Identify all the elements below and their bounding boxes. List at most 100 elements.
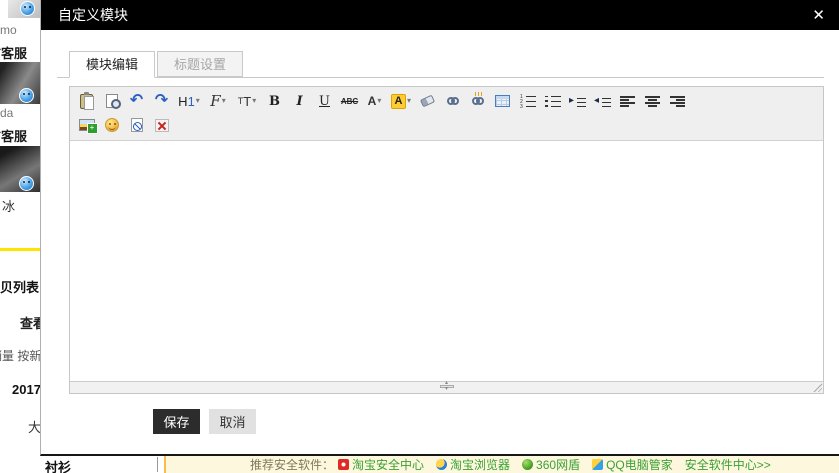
wangwang-chat-icon[interactable] — [19, 88, 34, 103]
sidebar-link-view[interactable]: 查看 — [20, 313, 40, 332]
ordered-list-button[interactable] — [515, 90, 540, 112]
resize-down-icon: ▾ — [445, 388, 448, 391]
indent-button[interactable]: ▸ — [565, 90, 590, 112]
insert-image-icon — [79, 119, 95, 131]
heading-icon: 1 — [188, 94, 195, 109]
insert-link-button[interactable] — [440, 90, 465, 112]
undo-icon: ↶ — [130, 93, 143, 109]
link-security-software-center[interactable]: 安全软件中心>> — [685, 456, 771, 473]
promo-label: 推荐安全软件： — [250, 456, 334, 473]
staff-name: da — [0, 106, 13, 120]
align-right-icon — [670, 96, 685, 107]
unlink-button[interactable] — [465, 90, 490, 112]
toolbar-row-1: ↶ ↷ H1▾ F▾ TT▾ B I U ABC A▾ A▾ — [74, 89, 819, 113]
italic-icon: I — [296, 94, 302, 109]
font-color-icon: A — [368, 94, 377, 108]
editor-resize-bar: ▴ ▾ — [70, 381, 823, 393]
taobao-security-icon — [338, 459, 349, 470]
bold-icon: B — [269, 94, 280, 109]
preview-button[interactable] — [99, 90, 124, 112]
staff-role: 前客服 — [0, 43, 27, 62]
align-right-button[interactable] — [665, 90, 690, 112]
insert-image-button[interactable] — [74, 114, 99, 136]
heading-dropdown[interactable]: H1▾ — [174, 90, 204, 112]
section-title-item-list: 宝贝列表 — [0, 277, 39, 296]
link-360-shield[interactable]: 360网盾 — [522, 456, 580, 473]
strikethrough-button[interactable]: ABC — [337, 90, 362, 112]
link-taobao-security-center[interactable]: 淘宝安全中心 — [338, 456, 424, 473]
strikethrough-icon: ABC — [341, 97, 358, 106]
remove-format-button[interactable] — [415, 90, 440, 112]
align-left-icon — [620, 96, 635, 107]
redo-button[interactable]: ↷ — [149, 90, 174, 112]
indent-icon: ▸ — [569, 95, 586, 107]
security-software-promo-bar: 推荐安全软件： 淘宝安全中心 淘宝浏览器 360网盾 QQ电脑管家 安全软件中心… — [164, 456, 839, 473]
chevron-down-icon: ▾ — [222, 97, 226, 105]
ordered-list-icon — [519, 94, 536, 108]
heading-icon: H — [178, 94, 187, 109]
divider — [0, 248, 40, 251]
undo-button[interactable]: ↶ — [124, 90, 149, 112]
editor-toolbar: ↶ ↷ H1▾ F▾ TT▾ B I U ABC A▾ A▾ — [70, 87, 823, 141]
qq-manager-icon — [592, 459, 603, 470]
corner-resize-grip[interactable] — [812, 382, 822, 392]
360-shield-icon — [522, 459, 533, 470]
underline-button[interactable]: U — [312, 90, 337, 112]
unordered-list-button[interactable] — [540, 90, 565, 112]
staff-role: 前客服 — [0, 126, 27, 145]
dialog-title: 自定义模块 — [58, 5, 128, 25]
source-code-button[interactable] — [124, 114, 149, 136]
sidebar-sort-links[interactable]: 销量 按新品 — [0, 347, 40, 364]
emoticon-button[interactable] — [99, 114, 124, 136]
chevron-down-icon: ▾ — [196, 97, 200, 105]
dialog-buttons: 保存 取消 — [153, 409, 256, 434]
rich-text-editor: ↶ ↷ H1▾ F▾ TT▾ B I U ABC A▾ A▾ — [69, 86, 824, 394]
cancel-button[interactable]: 取消 — [209, 409, 256, 434]
font-family-dropdown[interactable]: F▾ — [204, 90, 232, 112]
custom-module-dialog: 自定义模块 ✕ 模块编辑 标题设置 ↶ ↷ H1▾ F▾ TT▾ B I U — [40, 0, 839, 456]
product-title: 衬衫 — [45, 457, 71, 473]
sidebar-text: 大 — [28, 417, 40, 436]
paste-icon — [80, 94, 93, 109]
link-taobao-browser[interactable]: 淘宝浏览器 — [436, 456, 510, 473]
bold-button[interactable]: B — [262, 90, 287, 112]
tab-title-settings[interactable]: 标题设置 — [157, 51, 243, 77]
editor-content-area[interactable] — [70, 141, 823, 381]
resize-handle[interactable]: ▴ ▾ — [438, 382, 456, 393]
smiley-icon — [105, 118, 119, 132]
unlink-icon — [472, 97, 484, 105]
staff-name: 冰 — [2, 196, 15, 215]
align-center-icon — [645, 96, 660, 107]
highlight-color-icon: A — [391, 94, 406, 109]
outdent-icon: ◂ — [594, 95, 611, 107]
italic-button[interactable]: I — [287, 90, 312, 112]
preview-icon — [106, 94, 118, 108]
fullscreen-icon — [155, 119, 169, 132]
source-code-icon — [131, 118, 143, 132]
paste-plain-button[interactable] — [74, 90, 99, 112]
font-icon: F — [210, 92, 220, 110]
redo-icon: ↷ — [155, 93, 168, 109]
link-label: 淘宝浏览器 — [450, 456, 510, 473]
staff-name: mo — [0, 23, 17, 37]
outdent-button[interactable]: ◂ — [590, 90, 615, 112]
font-color-dropdown[interactable]: A▾ — [362, 90, 387, 112]
sidebar-year: 2017 — [12, 382, 40, 397]
align-left-button[interactable] — [615, 90, 640, 112]
link-qq-pc-manager[interactable]: QQ电脑管家 — [592, 456, 673, 473]
font-size-icon: T — [243, 94, 251, 109]
table-icon — [495, 95, 510, 107]
save-button[interactable]: 保存 — [153, 409, 200, 434]
font-size-dropdown[interactable]: TT▾ — [232, 90, 262, 112]
shop-sidebar: mo 前客服 da 前客服 冰 宝贝列表 查看 销量 按新品 2017 大 — [0, 0, 40, 456]
highlight-color-dropdown[interactable]: A▾ — [387, 90, 415, 112]
wangwang-chat-icon[interactable] — [19, 176, 34, 191]
taobao-browser-icon — [436, 459, 447, 470]
wangwang-chat-icon[interactable] — [20, 1, 35, 16]
insert-table-button[interactable] — [490, 90, 515, 112]
page: mo 前客服 da 前客服 冰 宝贝列表 查看 销量 按新品 2017 大 自定… — [0, 0, 839, 473]
fullscreen-button[interactable] — [149, 114, 174, 136]
tab-module-edit[interactable]: 模块编辑 — [69, 51, 155, 78]
close-icon[interactable]: ✕ — [812, 8, 825, 23]
align-center-button[interactable] — [640, 90, 665, 112]
